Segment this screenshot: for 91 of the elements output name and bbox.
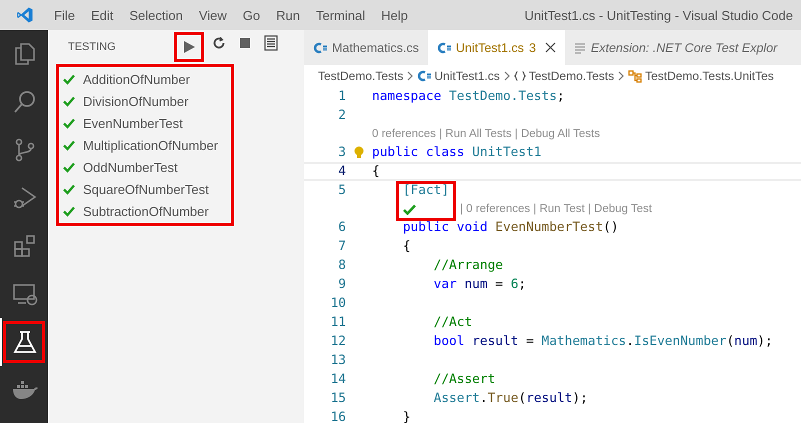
- line-number: 10: [330, 296, 346, 311]
- code-line: [Fact]: [402, 183, 450, 198]
- csharp-file-icon: [436, 42, 451, 54]
- csharp-file-icon: [417, 70, 432, 82]
- code-line: //Arrange: [432, 258, 503, 273]
- editor-tab[interactable]: Extension: .NET Core Test Explor: [564, 30, 786, 65]
- code-line: var num = 6;: [432, 277, 526, 292]
- code-line: bool result = Mathematics.IsEvenNumber(num);: [432, 334, 773, 349]
- code-line: Assert.True(result);: [432, 391, 588, 406]
- document-lines-icon: [574, 42, 586, 54]
- breadcrumb-item[interactable]: TestDemo.Tests: [318, 69, 404, 83]
- test-name: SubtractionOfNumber: [83, 204, 209, 218]
- files-icon: [12, 41, 38, 67]
- breadcrumb-item[interactable]: TestDemo.Tests.UnitTes: [645, 69, 774, 83]
- remote-monitor-icon: [12, 281, 38, 307]
- problem-count: 3: [528, 40, 536, 54]
- highlight-frame: [396, 181, 456, 221]
- code-line: public class UnitTest1: [372, 145, 542, 160]
- menu-item[interactable]: Edit: [82, 8, 122, 22]
- code-line: {: [402, 239, 411, 254]
- document-icon: [264, 35, 278, 51]
- line-number: 11: [330, 315, 346, 330]
- chevron-right-icon: [407, 71, 414, 81]
- code-line: //Assert: [432, 372, 496, 387]
- run-all-button[interactable]: [174, 32, 204, 62]
- chevron-right-icon: [618, 71, 624, 81]
- code-line: {: [372, 164, 380, 179]
- line-number: 5: [337, 183, 346, 198]
- line-number: 4: [337, 164, 346, 179]
- code-line: //Act: [432, 315, 472, 330]
- line-number: 13: [330, 353, 346, 368]
- search-icon: [12, 89, 38, 115]
- menu-item[interactable]: File: [46, 8, 83, 22]
- flask-icon: [12, 329, 38, 355]
- tab-label: Extension: .NET Core Test Explor: [590, 40, 778, 54]
- line-number: 8: [337, 258, 346, 273]
- line-number: 15: [330, 391, 346, 406]
- csharp-file-icon: [313, 42, 327, 54]
- test-item[interactable]: MultiplicationOfNumber: [63, 134, 231, 156]
- activity-item[interactable]: [0, 318, 48, 366]
- line-number: 2: [337, 108, 346, 123]
- menu-item[interactable]: Terminal: [308, 8, 374, 22]
- breadcrumb-item[interactable]: UnitTest1.cs: [434, 69, 500, 83]
- editor-tab[interactable]: Mathematics.cs: [304, 30, 428, 65]
- breadcrumb-item[interactable]: TestDemo.Tests: [528, 69, 614, 83]
- code-line: namespace TestDemo.Tests;: [372, 89, 565, 104]
- line-number: 14: [330, 372, 346, 387]
- test-name: SquareOfNumberTest: [83, 182, 209, 196]
- test-item[interactable]: EvenNumberTest: [63, 112, 231, 134]
- panel-title: TESTING: [68, 41, 116, 53]
- test-item[interactable]: SquareOfNumberTest: [63, 178, 231, 200]
- test-name: DivisionOfNumber: [83, 94, 188, 108]
- braces-icon: [514, 70, 526, 82]
- test-item[interactable]: DivisionOfNumber: [63, 90, 231, 112]
- whale-icon: [12, 379, 38, 401]
- window-title: UnitTest1.cs - UnitTesting - Visual Studio Code: [524, 8, 794, 22]
- test-name: MultiplicationOfNumber: [83, 138, 218, 152]
- test-item[interactable]: OddNumberTest: [63, 156, 231, 178]
- code-lens[interactable]: 0 references | Run All Tests | Debug All Tests: [372, 128, 600, 140]
- code-line: public void EvenNumberTest(): [402, 220, 619, 235]
- menu-item[interactable]: View: [190, 8, 235, 22]
- test-name: AdditionOfNumber: [83, 72, 190, 86]
- run-debug-icon: [12, 185, 38, 211]
- line-number: 1: [337, 89, 346, 104]
- test-item[interactable]: AdditionOfNumber: [63, 68, 231, 90]
- line-number: 16: [330, 410, 346, 423]
- play-icon: [182, 40, 196, 54]
- stop-icon: [239, 37, 251, 49]
- menu-item[interactable]: Run: [268, 8, 308, 22]
- tab-label: Mathematics.cs: [332, 40, 419, 54]
- line-number: 3: [337, 145, 346, 160]
- editor-tab[interactable]: UnitTest1.cs 3: [428, 30, 565, 65]
- tab-label: UnitTest1.cs: [456, 40, 524, 54]
- refresh-icon: [212, 36, 226, 50]
- code-line: }: [402, 410, 411, 423]
- line-number: 12: [330, 334, 346, 349]
- test-name: OddNumberTest: [83, 160, 178, 174]
- test-item[interactable]: SubtractionOfNumber: [63, 200, 231, 222]
- line-number: 9: [337, 277, 346, 292]
- app-logo-icon: [16, 6, 34, 24]
- class-icon: [628, 70, 642, 82]
- close-icon[interactable]: [544, 42, 556, 53]
- menu-item[interactable]: Help: [373, 8, 416, 22]
- test-name: EvenNumberTest: [83, 116, 183, 130]
- menu-item[interactable]: Go: [234, 8, 268, 22]
- code-lens[interactable]: | 0 references | Run Test | Debug Test: [460, 203, 652, 215]
- line-number: 7: [337, 239, 346, 254]
- extensions-icon: [12, 233, 38, 259]
- chevron-right-icon: [504, 71, 510, 81]
- menu-item[interactable]: Selection: [121, 8, 191, 22]
- line-number: 6: [337, 220, 346, 235]
